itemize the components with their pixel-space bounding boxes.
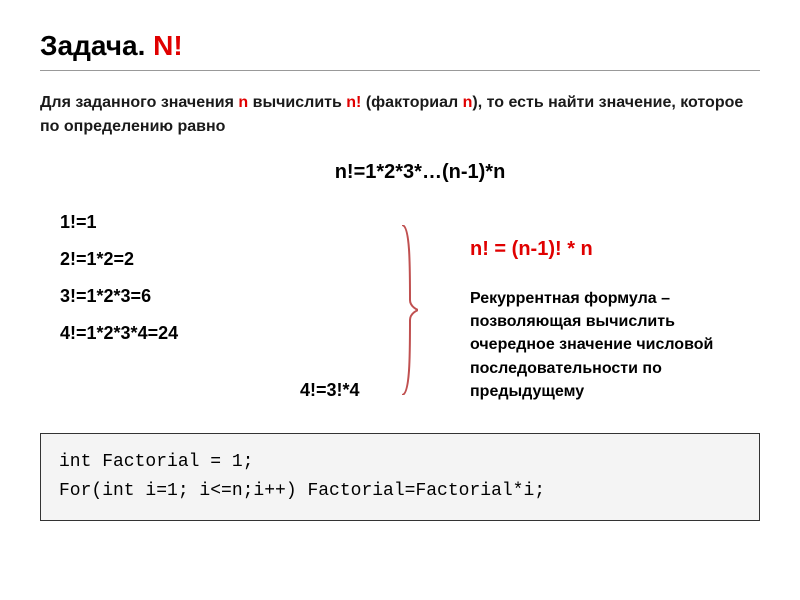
example-1: 1!=1 (60, 212, 280, 233)
examples-column: 1!=1 2!=1*2=2 3!=1*2*3=6 4!=1*2*3*4=24 (40, 212, 280, 403)
brace-icon (400, 225, 418, 395)
intro-part3: (факториал (361, 94, 462, 111)
intro-n1: n (238, 94, 248, 111)
intro-part2: вычислить (248, 94, 346, 111)
code-block: int Factorial = 1; For(int i=1; i<=n;i++… (40, 433, 760, 521)
recurrent-formula: n! = (n-1)! * n (470, 238, 760, 261)
example-4: 4!=1*2*3*4=24 (60, 323, 280, 344)
divider (40, 70, 760, 71)
title-dot: . (138, 30, 154, 61)
recurrent-description: Рекуррентная формула – позволяющая вычис… (470, 287, 760, 403)
title-word1: Задача (40, 30, 138, 61)
page-title: Задача. N! (40, 30, 760, 62)
example-2: 2!=1*2=2 (60, 249, 280, 270)
intro-n2: n (463, 94, 473, 111)
recurrent-column: n! = (n-1)! * n Рекуррентная формула – п… (440, 212, 760, 403)
title-n: N! (153, 30, 183, 61)
example-3: 3!=1*2*3=6 (60, 286, 280, 307)
code-line-2: For(int i=1; i<=n;i++) Factorial=Factori… (59, 477, 741, 506)
intro-nfact: n! (346, 94, 361, 111)
intro-text: Для заданного значения n вычислить n! (ф… (40, 91, 760, 139)
main-formula: n!=1*2*3*…(n-1)*n (40, 161, 760, 184)
code-line-1: int Factorial = 1; (59, 448, 741, 477)
intro-part1: Для заданного значения (40, 94, 238, 111)
